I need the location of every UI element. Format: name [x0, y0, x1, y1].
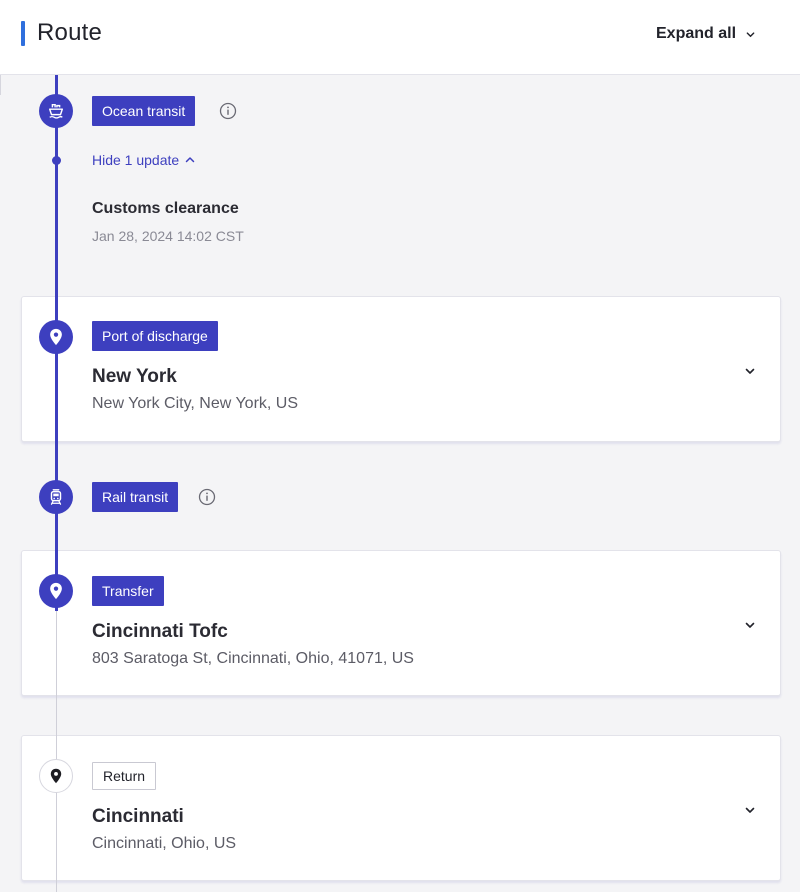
port-of-discharge-node	[39, 320, 73, 354]
stop-address: Cincinnati, Ohio, US	[92, 835, 237, 852]
ship-node	[39, 94, 73, 128]
title-accent-bar	[21, 21, 25, 46]
stop-address: New York City, New York, US	[92, 395, 299, 412]
stop-expand-chevron[interactable]	[742, 802, 758, 818]
page-title: Route	[37, 19, 103, 46]
update-dot	[52, 156, 61, 165]
transfer-node	[39, 574, 73, 608]
stop-name: Cincinnati Tofc	[92, 621, 228, 642]
chevron-down-icon	[745, 368, 755, 374]
ship-icon	[48, 103, 64, 119]
stop-address: 803 Saratoga St, Cincinnati, Ohio, 41071…	[92, 650, 414, 667]
location-pin-icon	[50, 582, 62, 600]
train-icon	[50, 489, 62, 505]
hide-updates-label: Hide 1 update	[92, 152, 180, 168]
chevron-down-icon	[745, 622, 755, 628]
train-node	[39, 480, 73, 514]
timeline-line-pending	[56, 611, 57, 892]
stop-name: New York	[92, 366, 177, 387]
ocean-transit-tag: Ocean transit	[92, 96, 196, 126]
chevron-down-icon	[745, 807, 755, 813]
location-pin-icon	[50, 328, 62, 346]
info-icon[interactable]	[219, 102, 237, 120]
location-pin-icon	[50, 768, 62, 784]
transfer-tag: Transfer	[92, 576, 164, 606]
port-of-discharge-tag: Port of discharge	[92, 321, 218, 351]
return-node	[39, 759, 73, 793]
route-timeline: Ocean transit Hide 1 update Customs clea…	[0, 75, 800, 892]
return-tag: Return	[92, 762, 157, 790]
stop-expand-chevron[interactable]	[742, 617, 758, 633]
expand-all-button[interactable]: Expand all	[646, 20, 765, 48]
hide-updates-toggle[interactable]: Hide 1 update	[92, 152, 195, 168]
update-title: Customs clearance	[92, 200, 239, 217]
update-timestamp: Jan 28, 2024 14:02 CST	[92, 228, 244, 244]
expand-all-label: Expand all	[656, 25, 737, 42]
route-header: Route Expand all	[0, 0, 800, 75]
rail-transit-tag: Rail transit	[92, 482, 179, 512]
chevron-up-icon	[185, 157, 195, 163]
stop-expand-chevron[interactable]	[742, 363, 758, 379]
stop-name: Cincinnati	[92, 806, 184, 827]
chevron-down-icon	[746, 31, 755, 37]
info-icon[interactable]	[198, 488, 216, 506]
